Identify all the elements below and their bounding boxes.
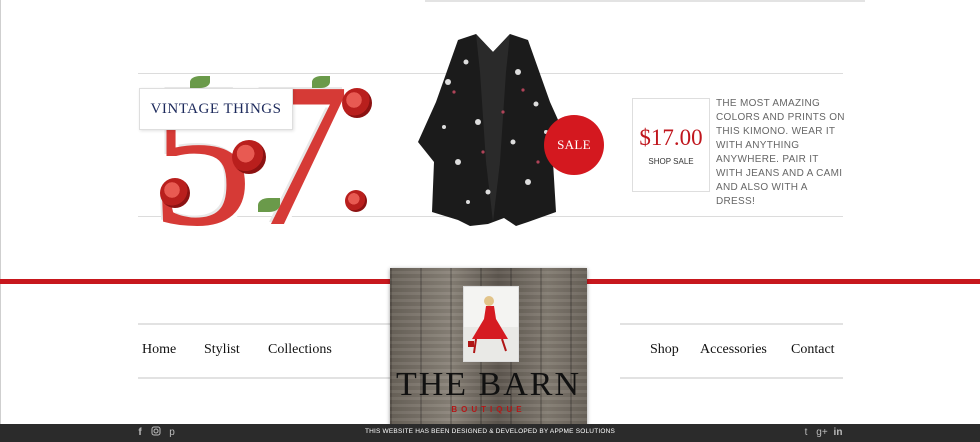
leaf-decoration [258,198,280,212]
leaf-decoration [190,76,210,88]
nav-left-top-rule [138,323,390,325]
rose-decoration [342,88,372,118]
footer-bar: f p THIS WEBSITE HAS BEEN DESIGNED & DEV… [0,424,980,442]
nav-contact[interactable]: Contact [791,342,835,358]
rose-decoration [160,178,190,208]
kimono-product-image [418,34,568,226]
logo-subtitle: BOUTIQUE [451,405,526,414]
red-dress-figure-icon [464,296,518,361]
nav-stylist[interactable]: Stylist [204,342,240,358]
price-box: $17.00 SHOP SALE [632,98,710,192]
shop-sale-link[interactable]: SHOP SALE [633,157,709,166]
product-price: $17.00 [639,125,703,150]
linkedin-icon[interactable]: in [832,426,844,439]
nav-shop[interactable]: Shop [650,342,679,358]
the-barn-logo[interactable]: THE BARN BOUTIQUE [390,268,587,428]
page-frame-edge [0,0,1,442]
product-description: THE MOST AMAZING COLORS AND PRINTS ON TH… [716,98,845,207]
logo-illustration [463,286,519,362]
nav-right-bottom-rule [620,377,843,379]
nav-home[interactable]: Home [142,342,176,358]
nav-right-top-rule [620,323,843,325]
vintage-things-badge: VINTAGE THINGS [139,88,293,130]
nav-accessories[interactable]: Accessories [700,342,767,358]
leaf-decoration [312,76,330,88]
top-divider [425,0,865,2]
nav-collections[interactable]: Collections [268,342,332,358]
rose-decoration [232,140,266,174]
nav-left-bottom-rule [138,377,390,379]
twitter-icon[interactable]: t [800,426,812,439]
google-plus-icon[interactable]: g+ [816,426,828,439]
sale-badge: SALE [544,115,604,175]
rose-decoration [345,190,367,212]
logo-title: THE BARN [395,366,582,403]
